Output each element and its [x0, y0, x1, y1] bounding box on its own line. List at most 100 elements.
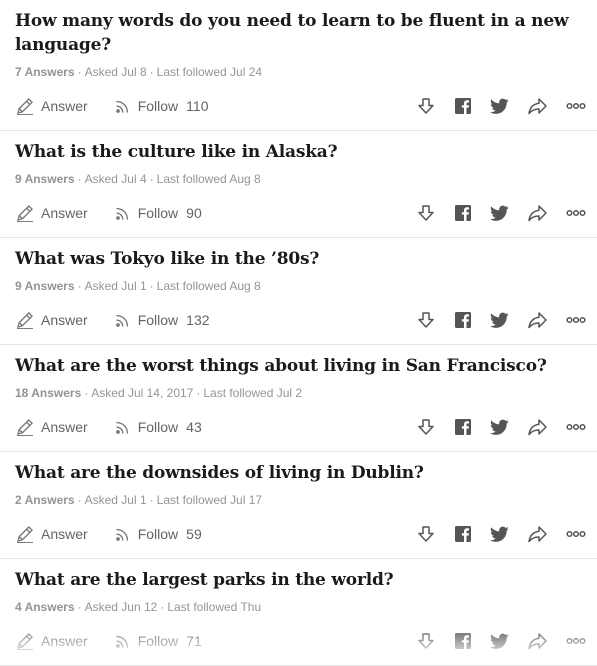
question-card: What was Tokyo like in the ’80s? 9 Answe…	[0, 238, 597, 345]
more-dots-icon[interactable]	[566, 530, 586, 538]
facebook-icon[interactable]	[454, 311, 472, 329]
answer-count[interactable]: 7 Answers	[15, 65, 75, 79]
answer-count[interactable]: 18 Answers	[15, 386, 81, 400]
follow-count: 43	[186, 419, 202, 435]
follow-button[interactable]: Follow 90	[114, 204, 202, 222]
follow-label: Follow	[137, 98, 179, 114]
question-actions: Answer Follow 110	[15, 92, 586, 130]
answer-count[interactable]: 9 Answers	[15, 172, 75, 186]
twitter-icon[interactable]	[490, 633, 509, 650]
follow-signal-icon	[114, 311, 132, 329]
asked-date: Asked Jul 14, 2017	[91, 386, 194, 400]
facebook-icon[interactable]	[454, 632, 472, 650]
follow-label: Follow	[137, 633, 179, 649]
pencil-icon	[15, 310, 35, 330]
twitter-icon[interactable]	[490, 419, 509, 436]
answer-label: Answer	[41, 419, 88, 435]
answer-count[interactable]: 2 Answers	[15, 493, 75, 507]
asked-date: Asked Jul 1	[84, 493, 147, 507]
follow-signal-icon	[114, 525, 132, 543]
follow-label: Follow	[137, 419, 179, 435]
question-meta: 2 Answers · Asked Jul 1 · Last followed Jul …	[15, 492, 586, 508]
question-title[interactable]: What are the downsides of living in Dubl…	[15, 452, 586, 485]
question-card: What are the downsides of living in Dubl…	[0, 452, 597, 559]
last-followed: Last followed Jul 17	[156, 493, 263, 507]
more-dots-icon[interactable]	[566, 316, 586, 324]
question-title[interactable]: What are the largest parks in the world?	[15, 559, 586, 592]
meta-separator: ·	[77, 279, 82, 293]
follow-signal-icon	[114, 97, 132, 115]
twitter-icon[interactable]	[490, 526, 509, 543]
asked-date: Asked Jul 1	[84, 279, 147, 293]
follow-button[interactable]: Follow 71	[114, 632, 202, 650]
more-dots-icon[interactable]	[566, 423, 586, 431]
share-arrow-icon[interactable]	[527, 631, 548, 651]
meta-separator: ·	[149, 65, 154, 79]
question-title[interactable]: What are the worst things about living i…	[15, 345, 586, 378]
meta-separator: ·	[84, 386, 89, 400]
follow-button[interactable]: Follow 132	[114, 311, 210, 329]
last-followed: Last followed Aug 8	[156, 172, 261, 186]
meta-separator: ·	[149, 279, 154, 293]
question-title[interactable]: What is the culture like in Alaska?	[15, 131, 586, 164]
share-arrow-icon[interactable]	[527, 310, 548, 330]
twitter-icon[interactable]	[490, 98, 509, 115]
question-meta: 4 Answers · Asked Jun 12 · Last followed Thu	[15, 599, 586, 615]
answer-label: Answer	[41, 633, 88, 649]
answer-label: Answer	[41, 312, 88, 328]
more-dots-icon[interactable]	[566, 637, 586, 645]
follow-count: 90	[186, 205, 202, 221]
question-title[interactable]: How many words do you need to learn to b…	[15, 0, 586, 57]
last-followed: Last followed Jul 24	[156, 65, 263, 79]
question-actions: Answer Follow 59	[15, 520, 586, 558]
facebook-icon[interactable]	[454, 204, 472, 222]
question-meta: 9 Answers · Asked Jul 4 · Last followed Aug …	[15, 171, 586, 187]
meta-separator: ·	[77, 600, 82, 614]
question-title[interactable]: What was Tokyo like in the ’80s?	[15, 238, 586, 271]
pencil-icon	[15, 96, 35, 116]
question-actions: Answer Follow 132	[15, 306, 586, 344]
answer-button[interactable]: Answer	[15, 96, 88, 116]
share-actions	[416, 203, 586, 223]
share-arrow-icon[interactable]	[527, 96, 548, 116]
share-arrow-icon[interactable]	[527, 203, 548, 223]
follow-signal-icon	[114, 204, 132, 222]
downvote-arrow-icon[interactable]	[416, 524, 436, 544]
question-card: How many words do you need to learn to b…	[0, 0, 597, 131]
facebook-icon[interactable]	[454, 97, 472, 115]
follow-label: Follow	[137, 205, 179, 221]
answer-count[interactable]: 4 Answers	[15, 600, 75, 614]
follow-button[interactable]: Follow 110	[114, 97, 209, 115]
facebook-icon[interactable]	[454, 525, 472, 543]
share-arrow-icon[interactable]	[527, 417, 548, 437]
answer-button[interactable]: Answer	[15, 203, 88, 223]
question-card: What is the culture like in Alaska? 9 An…	[0, 131, 597, 238]
downvote-arrow-icon[interactable]	[416, 203, 436, 223]
answer-button[interactable]: Answer	[15, 417, 88, 437]
meta-separator: ·	[77, 172, 82, 186]
share-actions	[416, 524, 586, 544]
follow-count: 132	[186, 312, 210, 328]
share-actions	[416, 310, 586, 330]
more-dots-icon[interactable]	[566, 102, 586, 110]
answer-button[interactable]: Answer	[15, 310, 88, 330]
answer-button[interactable]: Answer	[15, 524, 88, 544]
twitter-icon[interactable]	[490, 205, 509, 222]
facebook-icon[interactable]	[454, 418, 472, 436]
share-arrow-icon[interactable]	[527, 524, 548, 544]
follow-button[interactable]: Follow 59	[114, 525, 202, 543]
downvote-arrow-icon[interactable]	[416, 631, 436, 651]
last-followed: Last followed Thu	[167, 600, 262, 614]
question-feed: How many words do you need to learn to b…	[0, 0, 597, 666]
downvote-arrow-icon[interactable]	[416, 417, 436, 437]
follow-button[interactable]: Follow 43	[114, 418, 202, 436]
pencil-icon	[15, 524, 35, 544]
twitter-icon[interactable]	[490, 312, 509, 329]
answer-button[interactable]: Answer	[15, 631, 88, 651]
more-dots-icon[interactable]	[566, 209, 586, 217]
question-meta: 18 Answers · Asked Jul 14, 2017 · Last follo…	[15, 385, 586, 401]
follow-count: 110	[186, 98, 209, 114]
answer-count[interactable]: 9 Answers	[15, 279, 75, 293]
downvote-arrow-icon[interactable]	[416, 310, 436, 330]
downvote-arrow-icon[interactable]	[416, 96, 436, 116]
